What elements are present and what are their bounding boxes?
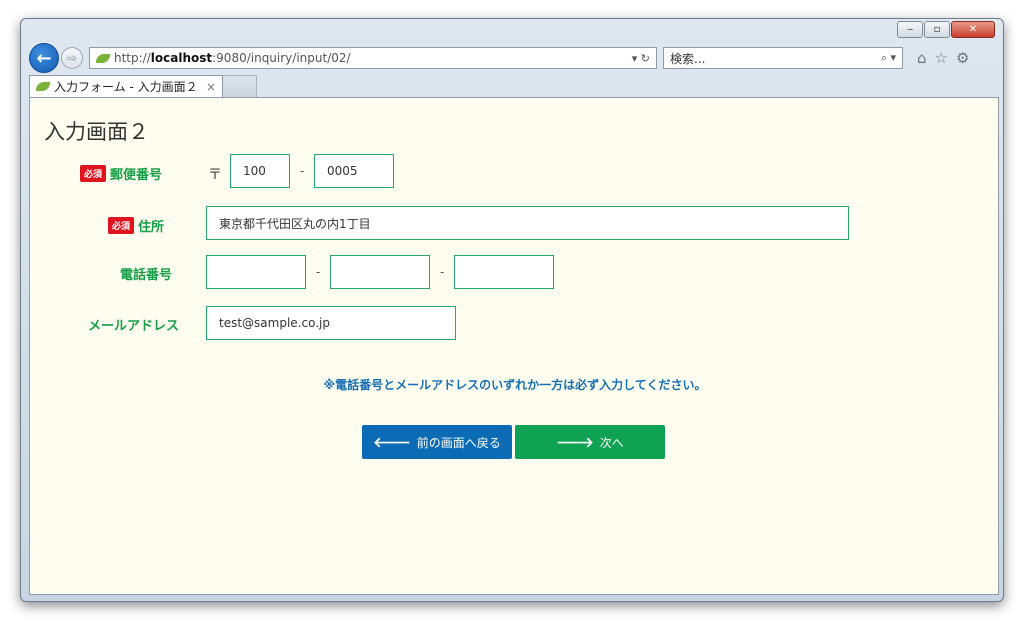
email-label: メールアドレス bbox=[88, 319, 180, 334]
postal-separator: - bbox=[300, 164, 305, 178]
leaf-icon bbox=[36, 82, 50, 91]
arrow-right-icon: 🡒 bbox=[556, 434, 594, 451]
phone-label: 電話番号 bbox=[120, 268, 173, 283]
postal-label-text: 郵便番号 bbox=[110, 168, 163, 183]
back-button[interactable]: 🡐 前の画面へ戻る bbox=[362, 425, 512, 459]
search-icon[interactable]: ⌕ ▾ bbox=[881, 51, 896, 65]
refresh-icon[interactable]: ▾ ↻ bbox=[632, 52, 650, 65]
next-button-label: 次へ bbox=[599, 435, 624, 450]
tab-inquiry-form[interactable]: 入力フォーム - 入力画面２ × bbox=[29, 75, 223, 97]
address-label-text: 住所 bbox=[138, 220, 165, 235]
page-content: 入力画面２ 必須 郵便番号 〒 100 - 0005 必須 住所 東京都千代田区… bbox=[29, 97, 999, 595]
search-input[interactable]: 検索... bbox=[670, 50, 881, 67]
postal-code-part1-input[interactable]: 100 bbox=[230, 154, 290, 188]
home-icon[interactable]: ⌂ bbox=[917, 49, 927, 67]
postal-label: 必須 郵便番号 bbox=[80, 164, 162, 183]
email-input[interactable]: test@sample.co.jp bbox=[206, 306, 456, 340]
back-button-label: 前の画面へ戻る bbox=[416, 435, 501, 450]
gear-icon[interactable]: ⚙ bbox=[956, 49, 969, 67]
back-arrow-icon[interactable]: ← bbox=[29, 43, 59, 73]
phone-separator-1: - bbox=[316, 265, 321, 279]
window-controls: ‒ ▫ ✕ bbox=[897, 21, 995, 38]
search-box[interactable]: 検索... ⌕ ▾ bbox=[663, 47, 903, 69]
navigation-bar: ← ⇨ http://localhost:9080/inquiry/input/… bbox=[29, 43, 997, 73]
arrow-left-icon: 🡐 bbox=[373, 434, 411, 451]
phone-separator-2: - bbox=[440, 265, 445, 279]
maximize-button[interactable]: ▫ bbox=[924, 21, 950, 38]
tab-bar: 入力フォーム - 入力画面２ × bbox=[29, 75, 997, 97]
required-badge: 必須 bbox=[108, 217, 135, 234]
page-title: 入力画面２ bbox=[44, 120, 149, 144]
required-badge: 必須 bbox=[80, 165, 107, 182]
close-icon[interactable]: × bbox=[206, 80, 216, 94]
minimize-button[interactable]: ‒ bbox=[897, 21, 923, 38]
address-label: 必須 住所 bbox=[108, 216, 164, 235]
phone-part1-input[interactable] bbox=[206, 255, 306, 289]
postal-code-part2-input[interactable]: 0005 bbox=[314, 154, 394, 188]
leaf-icon bbox=[96, 53, 110, 63]
phone-part2-input[interactable] bbox=[330, 255, 430, 289]
postal-mark: 〒 bbox=[208, 167, 222, 183]
address-url[interactable]: http://localhost:9080/inquiry/input/02/ bbox=[114, 51, 632, 65]
browser-window: ‒ ▫ ✕ ← ⇨ http://localhost:9080/inquiry/… bbox=[20, 18, 1004, 602]
phone-part3-input[interactable] bbox=[454, 255, 554, 289]
address-input[interactable]: 東京都千代田区丸の内1丁目 bbox=[206, 206, 849, 240]
tab-title: 入力フォーム - 入力画面２ bbox=[54, 80, 198, 94]
star-icon[interactable]: ☆ bbox=[935, 49, 948, 67]
address-bar[interactable]: http://localhost:9080/inquiry/input/02/ … bbox=[89, 47, 657, 69]
new-tab-button[interactable] bbox=[223, 75, 257, 97]
next-button[interactable]: 🡒 次へ bbox=[515, 425, 665, 459]
window-close-button[interactable]: ✕ bbox=[951, 21, 995, 38]
forward-arrow-icon[interactable]: ⇨ bbox=[61, 47, 83, 69]
toolbar-icons: ⌂ ☆ ⚙ bbox=[917, 49, 969, 67]
notice-text: ※電話番号とメールアドレスのいずれか一方は必ず入力してください。 bbox=[323, 378, 707, 392]
